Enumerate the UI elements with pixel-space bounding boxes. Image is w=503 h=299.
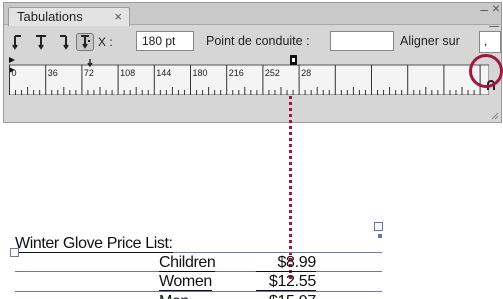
leader-input[interactable] xyxy=(330,31,394,51)
ruler-label: 28 xyxy=(301,68,311,78)
frame-in-port-handle[interactable] xyxy=(10,248,19,257)
ruler-label: 72 xyxy=(84,68,94,78)
left-justified-tab-button[interactable] xyxy=(10,33,28,51)
ruler-label: 180 xyxy=(193,68,208,78)
tabs-panel: Tabulations × – × X : 180 pt Point de co… xyxy=(3,0,502,123)
price-list-item-price: $15.97 xyxy=(256,293,316,299)
frame-out-port-handle[interactable] xyxy=(374,222,383,231)
left-justified-tab-icon xyxy=(12,35,21,50)
frame-corner-handle[interactable] xyxy=(378,234,382,238)
window-close-icon[interactable]: × xyxy=(492,0,500,16)
minimize-icon[interactable]: – xyxy=(480,1,488,17)
ruler-label: 144 xyxy=(156,68,171,78)
align-on-label: Aligner sur xyxy=(400,34,460,48)
x-position-label: X : xyxy=(98,35,113,49)
panel-tab-label: Tabulations xyxy=(17,9,83,24)
right-justified-tab-button[interactable] xyxy=(54,33,72,51)
close-icon[interactable]: × xyxy=(114,8,122,26)
center-justified-tab-icon xyxy=(36,35,46,50)
ruler-label: 0 xyxy=(12,68,17,78)
price-list-item-name: Children xyxy=(159,254,216,272)
price-list-title: Winter Glove Price List: xyxy=(15,235,173,253)
price-list-item-price: $12.55 xyxy=(256,273,316,291)
ruler-labels: 0 36 72 108 144 180 216 252 28 xyxy=(12,68,312,78)
align-on-highlight xyxy=(469,54,503,88)
panel-tabstrip: Tabulations × – × xyxy=(4,0,501,26)
frame-rule xyxy=(15,291,382,292)
right-justified-tab-icon xyxy=(60,35,69,50)
first-line-indent-marker xyxy=(9,57,15,63)
price-list-item-name: Women xyxy=(159,273,212,291)
resize-grip-icon[interactable] xyxy=(491,112,499,120)
leader-label: Point de conduite : xyxy=(206,34,310,48)
price-list-item-price: $8.99 xyxy=(256,254,316,272)
tab-stop-marker xyxy=(87,59,93,68)
align-on-input[interactable]: , xyxy=(479,31,501,53)
center-justified-tab-button[interactable] xyxy=(32,33,50,51)
align-to-decimal-tab-icon xyxy=(81,35,90,49)
align-to-decimal-tab-button[interactable] xyxy=(76,33,94,51)
ruler-label: 36 xyxy=(48,68,58,78)
price-list-item-name: Men xyxy=(159,293,189,299)
ruler-label: 252 xyxy=(265,68,280,78)
tab-controls: X : 180 pt Point de conduite : Aligner s… xyxy=(4,25,501,55)
x-position-input[interactable]: 180 pt xyxy=(136,31,194,51)
ruler-label: 108 xyxy=(120,68,135,78)
ruler-label: 216 xyxy=(229,68,244,78)
tab-ruler[interactable]: 0 36 72 108 144 180 216 252 28 xyxy=(8,55,490,96)
panel-tab-tabulations[interactable]: Tabulations × xyxy=(8,7,130,26)
